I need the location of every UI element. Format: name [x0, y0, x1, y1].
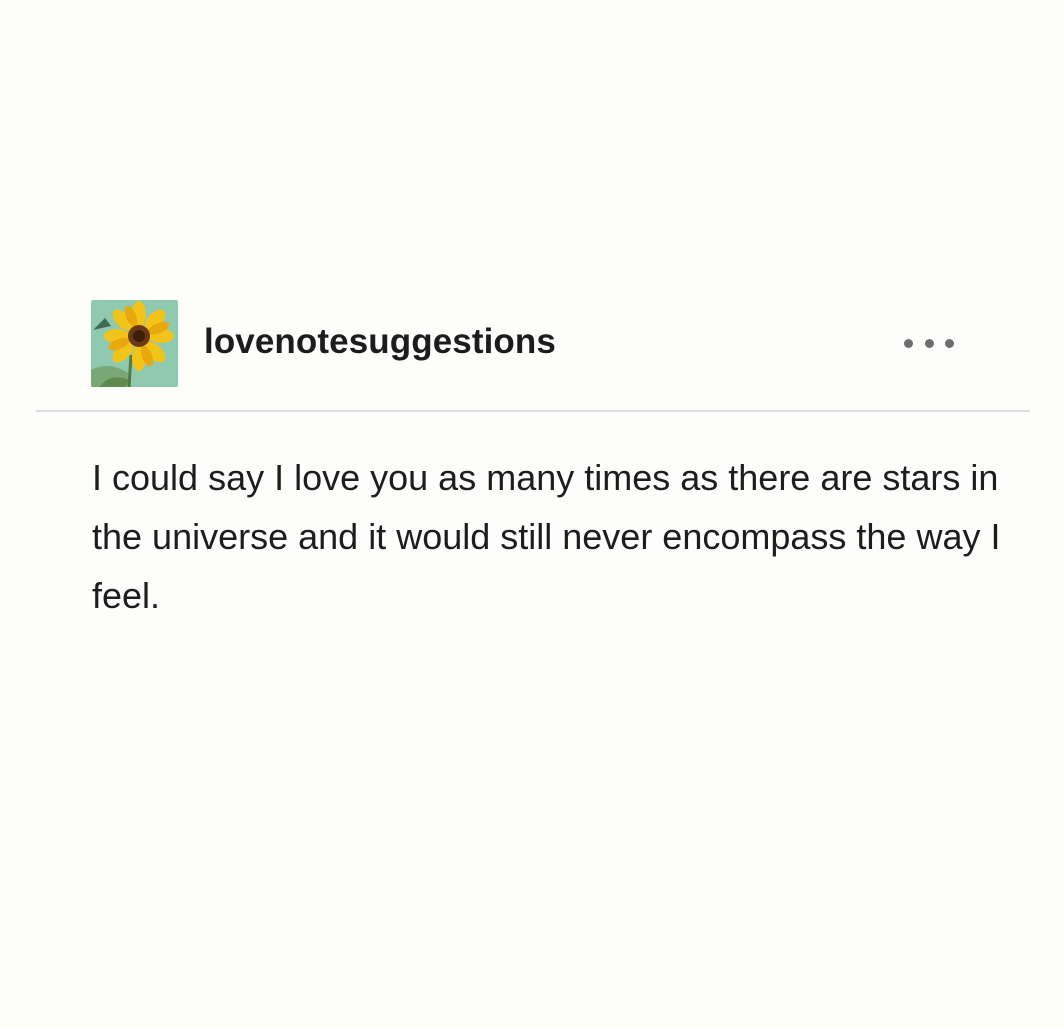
ellipsis-icon: [924, 338, 934, 348]
header-divider: [36, 410, 1030, 412]
sunflower-icon: [91, 300, 178, 387]
post-card: lovenotesuggestions I could say I love y…: [0, 0, 1064, 1028]
username[interactable]: lovenotesuggestions: [204, 322, 556, 362]
ellipsis-icon: [904, 338, 913, 348]
post-text: I could say I love you as many times as …: [92, 457, 1001, 616]
post-body: I could say I love you as many times as …: [92, 448, 1012, 625]
more-options-button[interactable]: [902, 328, 956, 358]
avatar[interactable]: [91, 300, 178, 387]
post-header: lovenotesuggestions: [36, 298, 1030, 410]
ellipsis-icon: [945, 338, 954, 348]
